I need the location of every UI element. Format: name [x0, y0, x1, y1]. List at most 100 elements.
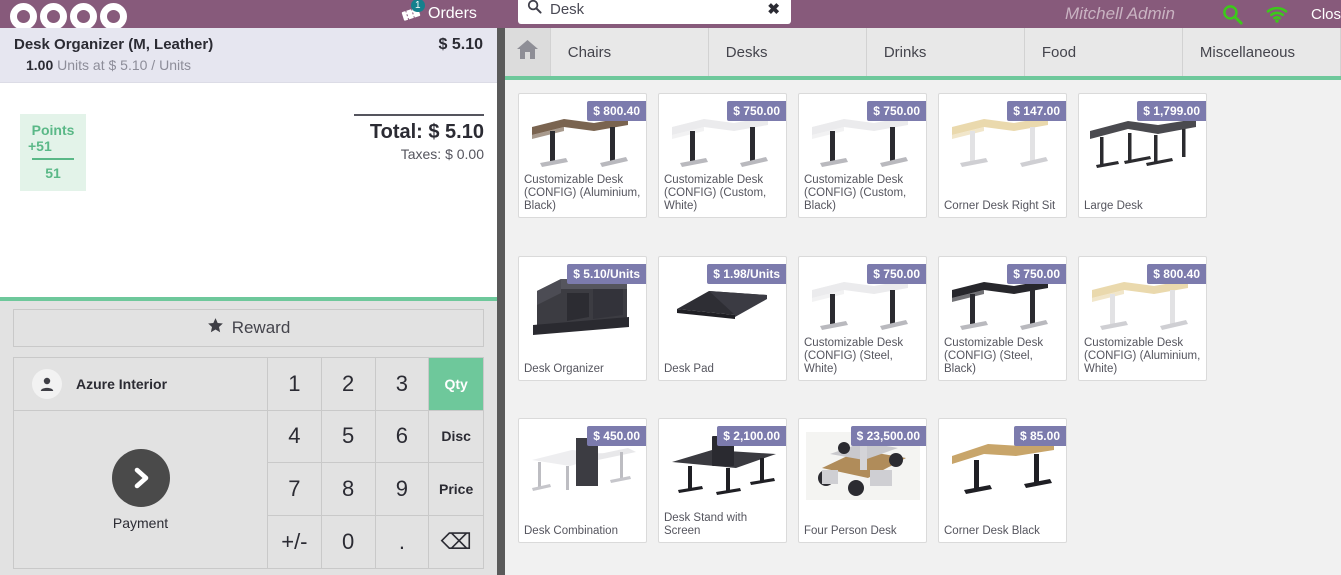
numpad-key-7[interactable]: 7 — [268, 463, 322, 516]
pos-screen: 1 Orders ✖ Mitchell Admin — [0, 0, 1341, 575]
category-tab-desks[interactable]: Desks — [709, 28, 867, 76]
product-card[interactable]: $ 1.98/Units Desk Pad — [658, 255, 787, 381]
product-card[interactable]: $ 750.00 Customizable Desk (CONFIG) (Cust… — [658, 93, 787, 218]
reward-label: Reward — [231, 318, 291, 337]
category-label: Chairs — [567, 43, 612, 61]
loyalty-points-box: Points +51 51 — [20, 114, 86, 191]
order-line-item[interactable]: Desk Organizer (M, Leather) $ 5.10 1.00 … — [0, 28, 497, 83]
person-icon — [32, 369, 62, 399]
order-total: Total: $ 5.10 — [369, 121, 484, 143]
top-header-bar: 1 Orders ✖ Mitchell Admin — [0, 0, 1341, 30]
order-line-product-name: Desk Organizer (M, Leather) — [14, 36, 214, 53]
product-name: Customizable Desk (CONFIG) (Aluminium, W… — [1084, 336, 1201, 375]
product-card[interactable]: $ 1,799.00 Large Desk — [1078, 93, 1207, 218]
product-name: Customizable Desk (CONFIG) (Aluminium, B… — [524, 174, 641, 212]
numpad-key-[interactable]: . — [375, 515, 430, 568]
logo-ring-icon — [10, 2, 37, 30]
numpad-key-6[interactable]: 6 — [375, 410, 430, 463]
product-card[interactable]: $ 85.00 Corner Desk Black — [938, 418, 1067, 544]
product-price-badge: $ 750.00 — [727, 101, 786, 121]
logo-ring-icon — [40, 2, 67, 30]
set-customer-button[interactable]: Azure Interior — [14, 358, 267, 411]
product-grid: $ 800.40 Customizable Desk (CONFIG) (Alum… — [505, 80, 1341, 571]
product-price-badge: $ 5.10/Units — [567, 263, 646, 284]
product-price-badge: $ 23,500.00 — [850, 426, 926, 447]
order-panel: Desk Organizer (M, Leather) $ 5.10 1.00 … — [0, 28, 497, 575]
product-price-badge: $ 147.00 — [1007, 101, 1066, 121]
product-price-badge: $ 800.40 — [587, 101, 646, 121]
product-price-badge: $ 750.00 — [867, 101, 926, 121]
product-name: Large Desk — [1084, 200, 1143, 212]
product-card[interactable]: $ 750.00 Customizable Desk (CONFIG) (Stee… — [938, 255, 1067, 381]
category-tab-miscellaneous[interactable]: Miscellaneous — [1183, 28, 1341, 76]
points-label: Points — [31, 122, 75, 138]
product-card[interactable]: $ 147.00 Corner Desk Right Sit — [938, 93, 1067, 218]
search-icon — [527, 0, 542, 19]
product-search-box[interactable]: ✖ — [518, 0, 791, 24]
numpad-key-Price[interactable]: Price — [429, 463, 483, 516]
product-name: Desk Organizer — [524, 362, 604, 375]
category-home-button[interactable] — [505, 28, 551, 76]
numpad-key-[interactable]: ⌫ — [429, 515, 483, 568]
wifi-icon[interactable] — [1266, 0, 1288, 28]
product-price-badge: $ 1.98/Units — [707, 263, 786, 284]
product-card[interactable]: $ 450.00 Desk Combination — [518, 418, 647, 544]
clear-search-icon[interactable]: ✖ — [765, 0, 782, 18]
category-label: Miscellaneous — [1199, 43, 1295, 61]
home-icon — [515, 38, 540, 66]
numpad-key-8[interactable]: 8 — [321, 463, 376, 516]
numpad-key-9[interactable]: 9 — [375, 463, 430, 516]
numpad-key-2[interactable]: 2 — [321, 358, 376, 411]
numpad-key-1[interactable]: 1 — [268, 358, 322, 411]
reward-button[interactable]: Reward — [13, 309, 484, 347]
numpad-key-4[interactable]: 4 — [268, 410, 322, 463]
category-label: Drinks — [883, 43, 927, 61]
product-card[interactable]: $ 800.40 Customizable Desk (CONFIG) (Alum… — [518, 93, 647, 218]
product-card[interactable]: $ 800.40 Customizable Desk (CONFIG) (Alum… — [1078, 255, 1207, 381]
panel-divider[interactable] — [497, 28, 505, 575]
orders-count-badge: 1 — [411, 0, 425, 12]
numpad-key-3[interactable]: 3 — [375, 358, 430, 411]
product-card[interactable]: $ 750.00 Customizable Desk (CONFIG) (Stee… — [798, 255, 927, 381]
numpad-key-5[interactable]: 5 — [321, 410, 376, 463]
points-divider — [32, 158, 74, 160]
product-panel: Chairs Desks Drinks Food Miscellaneous $ 800… — [505, 28, 1341, 575]
totals-divider — [354, 114, 484, 116]
product-name: Desk Stand with Screen — [664, 512, 748, 538]
logo-ring-icon — [70, 2, 97, 30]
numpad-key-0[interactable]: 0 — [321, 515, 376, 568]
product-name: Customizable Desk (CONFIG) (Custom, Whit… — [664, 174, 767, 212]
category-tab-chairs[interactable]: Chairs — [551, 28, 709, 76]
product-name: Customizable Desk (CONFIG) (Custom, Blac… — [804, 174, 907, 212]
order-line-qty: 1.00 — [26, 57, 54, 73]
product-name: Four Person Desk — [804, 525, 897, 538]
odoo-logo[interactable] — [0, 0, 130, 30]
product-card[interactable]: $ 5.10/Units Desk Organizer — [518, 255, 647, 381]
product-price-badge: $ 750.00 — [867, 263, 926, 284]
header-search-icon[interactable] — [1222, 0, 1243, 28]
numpad-key-[interactable]: +/- — [268, 515, 322, 568]
search-input[interactable] — [550, 0, 758, 18]
category-label: Desks — [725, 43, 768, 61]
product-name: Customizable Desk (CONFIG) (Steel, White… — [804, 336, 904, 375]
category-tab-drinks[interactable]: Drinks — [867, 28, 1025, 76]
payment-button[interactable]: Payment — [14, 411, 267, 568]
category-bar: Chairs Desks Drinks Food Miscellaneous — [505, 28, 1341, 80]
current-user-label[interactable]: Mitchell Admin — [1065, 0, 1175, 28]
order-line-price: $ 5.10 — [438, 36, 483, 53]
product-price-badge: $ 800.40 — [1147, 263, 1206, 284]
product-card[interactable]: $ 2,100.00 Desk Stand with Screen — [658, 418, 787, 544]
chevron-right-icon — [111, 448, 170, 507]
orders-button[interactable]: 1 Orders — [400, 0, 477, 28]
product-price-badge: $ 450.00 — [587, 426, 646, 447]
category-tab-food[interactable]: Food — [1025, 28, 1183, 76]
product-card[interactable]: $ 750.00 Customizable Desk (CONFIG) (Cust… — [798, 93, 927, 218]
numpad-key-Qty[interactable]: Qty — [429, 358, 483, 411]
close-session-button[interactable]: Clos — [1311, 0, 1341, 28]
product-name: Desk Pad — [664, 362, 714, 375]
numpad-key-Disc[interactable]: Disc — [429, 410, 483, 463]
product-card[interactable]: $ 23,500.00 Four Person Desk — [798, 418, 927, 544]
product-price-badge: $ 750.00 — [1007, 263, 1066, 284]
order-controls: Reward Azure Interior Payment 1 2 3 Qty … — [0, 301, 497, 575]
points-delta: +51 — [28, 138, 52, 154]
